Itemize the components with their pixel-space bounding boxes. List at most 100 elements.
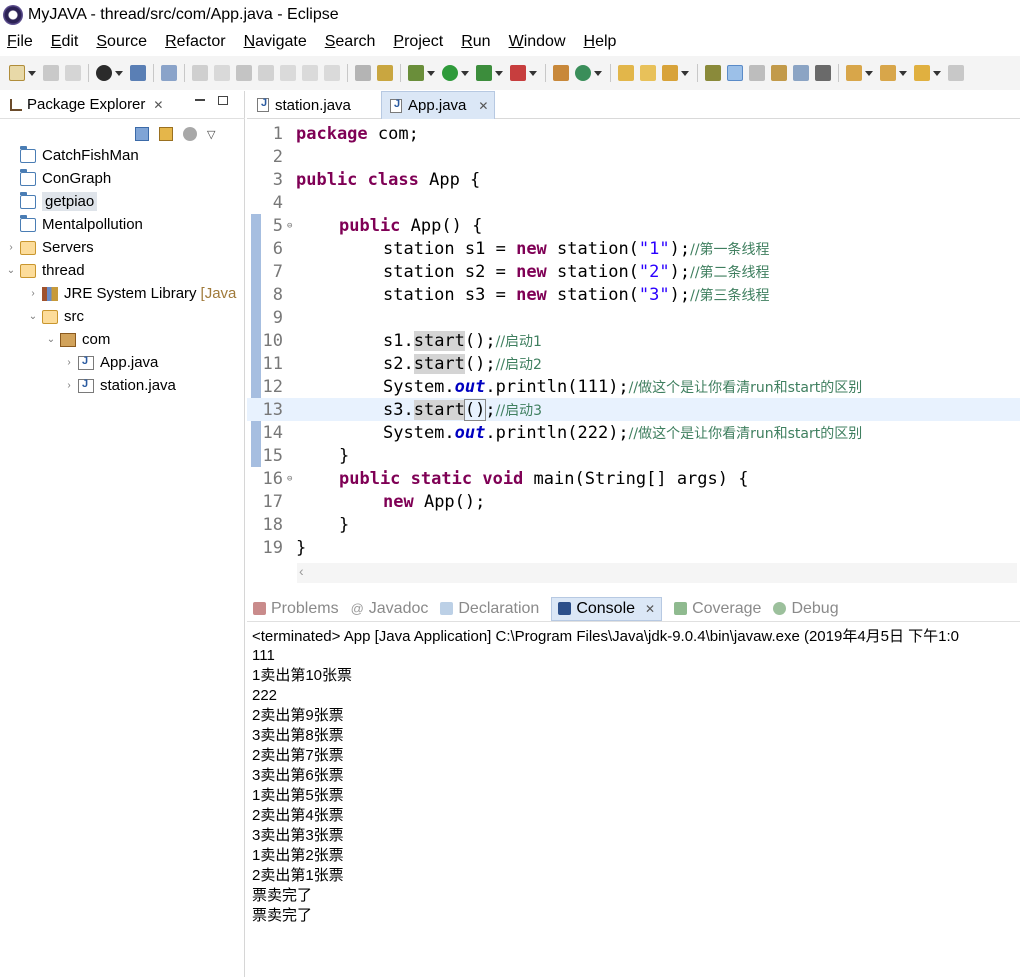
pilcrow-icon[interactable] [815,65,831,81]
code-line[interactable]: 8 station s3 = new station("3");//第三条线程 [247,283,1020,306]
back-icon[interactable] [914,65,930,81]
debug-icon[interactable] [408,65,424,81]
fold-marker[interactable]: ⊖ [287,221,296,231]
forward-icon[interactable] [948,65,964,81]
code-line[interactable]: 12 System.out.println(111);//做这个是让你看清run… [247,375,1020,398]
coverage-dropdown-icon[interactable] [495,70,503,76]
code-line[interactable]: 11 s2.start();//启动2 [247,352,1020,375]
tab-javadoc[interactable]: @ Javadoc [351,600,429,618]
menu-source[interactable]: Source [96,33,147,51]
code-line[interactable]: 6 station s1 = new station("1");//第一条线程 [247,237,1020,260]
new-dropdown-icon[interactable] [28,70,36,76]
step-into-icon[interactable] [280,65,296,81]
collapse-all-icon[interactable] [135,127,149,141]
tree-item-app-java[interactable]: › App.java [64,351,158,374]
tree-item-catchfishman[interactable]: CatchFishMan [20,144,139,167]
new-class-dropdown-icon[interactable] [594,70,602,76]
code-line[interactable]: 16 ⊖ public static void main(String[] arg… [247,467,1020,490]
chevron-right-icon[interactable]: › [28,288,38,299]
code-line[interactable]: 15 } [247,444,1020,467]
use-step-filters-icon[interactable] [377,65,393,81]
step-return-icon[interactable] [324,65,340,81]
new-class-icon[interactable] [575,65,591,81]
menu-file[interactable]: File [7,33,33,51]
debug-dropdown-icon[interactable] [427,70,435,76]
code-line[interactable]: 14 System.out.println(222);//做这个是让你看清run… [247,421,1020,444]
external-tools-dropdown-icon[interactable] [529,70,537,76]
tree-item-src[interactable]: ⌄ src [28,305,84,328]
tree-item-mentalpollution[interactable]: Mentalpollution [20,213,143,236]
toggle-mark-occurrences-icon[interactable] [727,65,743,81]
run-icon[interactable] [442,65,458,81]
tab-problems[interactable]: Problems [253,600,339,618]
save-all-icon[interactable] [65,65,81,81]
code-editor[interactable]: 1 package com; 2 3 public class App { 4 … [247,119,1020,587]
chevron-down-icon[interactable]: ⌄ [6,265,16,276]
run-dropdown-icon[interactable] [461,70,469,76]
open-type-icon[interactable] [618,65,634,81]
code-line[interactable]: 5 ⊖ public App() { [247,214,1020,237]
chevron-down-icon[interactable]: ⌄ [46,334,56,345]
next-annotation-icon[interactable] [846,65,862,81]
search-dropdown-icon[interactable] [681,70,689,76]
tab-console[interactable]: Console ✕ [551,596,663,621]
scroll-left-icon[interactable]: ‹ [299,563,304,579]
menu-run[interactable]: Run [461,33,490,51]
tree-item-thread[interactable]: ⌄ thread [6,259,85,282]
horizontal-scrollbar[interactable]: ‹ [297,563,1017,583]
link-with-editor-icon[interactable] [159,127,173,141]
chevron-right-icon[interactable]: › [64,380,74,391]
drop-to-frame-icon[interactable] [355,65,371,81]
maximize-icon[interactable] [218,96,228,105]
code-line[interactable]: 18 } [247,513,1020,536]
tree-item-station-java[interactable]: › station.java [64,374,176,397]
code-line[interactable]: 2 [247,145,1020,168]
next-annotation-dropdown-icon[interactable] [865,70,873,76]
coverage-icon[interactable] [476,65,492,81]
package-explorer-tab[interactable]: Package Explorer ✕ [0,91,245,119]
close-icon[interactable]: ✕ [478,99,488,113]
tree-item-jre-system-library[interactable]: › JRE System Library [Java [28,282,236,305]
menu-edit[interactable]: Edit [51,33,79,51]
code-line[interactable]: 19 } [247,536,1020,559]
menu-project[interactable]: Project [393,33,443,51]
external-tools-icon[interactable] [510,65,526,81]
menu-help[interactable]: Help [584,33,617,51]
terminate-icon[interactable] [236,65,252,81]
fold-marker[interactable]: ⊖ [287,474,296,484]
minimize-icon[interactable] [195,99,205,101]
chevron-right-icon[interactable]: › [6,242,16,253]
new-icon[interactable] [9,65,25,81]
tab-app-java[interactable]: App.java ✕ [381,91,495,119]
tree-item-getpiao[interactable]: getpiao [20,190,98,213]
open-task-icon[interactable] [640,65,656,81]
tab-debug[interactable]: Debug [773,600,839,618]
tree-item-com[interactable]: ⌄ com [46,328,111,351]
close-icon[interactable]: ✕ [645,602,655,616]
previous-annotation-icon[interactable] [880,65,896,81]
view-menu-icon[interactable]: ▽ [207,128,215,141]
new-java-project-icon[interactable] [553,65,569,81]
menu-refactor[interactable]: Refactor [165,33,225,51]
console-icon[interactable] [130,65,146,81]
code-line[interactable]: 9 [247,306,1020,329]
chevron-down-icon[interactable]: ⌄ [28,311,38,322]
code-line[interactable]: 7 station s2 = new station("2");//第二条线程 [247,260,1020,283]
toggle-breadcrumb-icon[interactable] [705,65,721,81]
save-icon[interactable] [43,65,59,81]
show-whitespace-icon[interactable] [793,65,809,81]
suspend-icon[interactable] [214,65,230,81]
console-output[interactable]: 111 1卖出第10张票 222 2卖出第9张票 3卖出第8张票 2卖出第7张票… [252,646,1020,926]
close-icon[interactable]: ✕ [153,98,163,112]
block-selection-icon[interactable] [771,65,787,81]
resume-icon[interactable] [192,65,208,81]
disconnect-icon[interactable] [258,65,274,81]
step-over-icon[interactable] [302,65,318,81]
code-line[interactable]: 1 package com; [247,122,1020,145]
tree-item-congraph[interactable]: ConGraph [20,167,111,190]
menu-window[interactable]: Window [509,33,566,51]
perspective-dropdown-icon[interactable] [115,70,123,76]
code-line[interactable]: 17 new App(); [247,490,1020,513]
tab-declaration[interactable]: Declaration [440,600,539,618]
debug-perspective-icon[interactable] [96,65,112,81]
